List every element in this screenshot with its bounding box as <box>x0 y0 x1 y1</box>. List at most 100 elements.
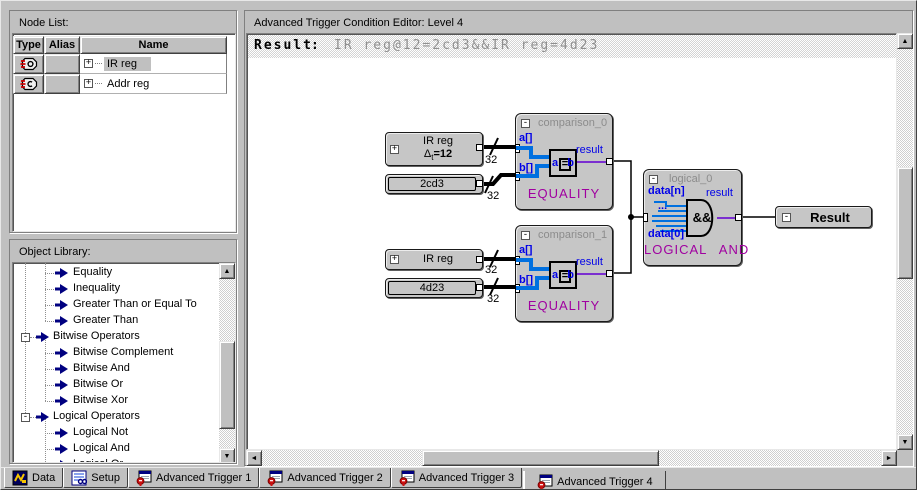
operator-arrow-icon <box>55 348 68 358</box>
tab-advanced-trigger-1[interactable]: Advanced Trigger 1 <box>128 468 259 488</box>
logical-0-block[interactable]: - logical_0 data[n] ... && result data[0… <box>643 169 742 266</box>
tree-item-bitwise-operators[interactable]: - Bitwise Operators <box>13 329 235 345</box>
editor-canvas[interactable]: Result : IR reg@12=2cd3&&IR reg=4d23 32 <box>246 33 897 450</box>
column-header-type[interactable]: Type <box>13 36 44 54</box>
scrollbar-thumb[interactable] <box>897 167 913 279</box>
scrollbar-thumb[interactable] <box>422 450 659 466</box>
result-wire-internal <box>577 273 609 275</box>
internal-blue-wires <box>516 254 550 298</box>
name-cell[interactable]: + Addr reg <box>80 74 227 94</box>
tree-item-greater-than[interactable]: Greater Than <box>13 313 235 329</box>
result-port-label: result <box>706 187 733 199</box>
node-name[interactable]: Addr reg <box>104 77 152 91</box>
equality-symbol: a = b <box>549 261 577 289</box>
output-connector[interactable] <box>476 180 483 187</box>
scroll-left-button[interactable]: ◄ <box>246 450 262 466</box>
scroll-down-button[interactable]: ▼ <box>219 448 235 463</box>
tree-item-logical-not[interactable]: Logical Not <box>13 425 235 441</box>
node-name-selected[interactable]: IR reg <box>104 57 151 71</box>
collapse-minus-box[interactable]: - <box>521 231 530 240</box>
operator-arrow-icon <box>36 412 49 422</box>
tree-dash <box>95 63 102 64</box>
value-text: 4d23 <box>388 281 476 295</box>
operator-arrow-icon <box>36 332 49 342</box>
operator-arrow-icon <box>55 284 68 294</box>
advanced-trigger-tab-icon <box>399 470 415 486</box>
tree-item-greater-equal[interactable]: Greater Than or Equal To <box>13 297 235 313</box>
scroll-up-button[interactable]: ▲ <box>897 33 913 49</box>
block-title: logical_0 <box>669 173 712 185</box>
column-header-name[interactable]: Name <box>80 36 227 54</box>
node-type-cell[interactable] <box>13 54 44 74</box>
name-cell[interactable]: + IR reg <box>80 54 227 74</box>
operator-arrow-icon <box>55 428 68 438</box>
internal-blue-wires <box>516 142 550 186</box>
tab-advanced-trigger-2[interactable]: Advanced Trigger 2 <box>259 468 390 488</box>
output-connector[interactable] <box>476 144 483 151</box>
comparison-1-block[interactable]: - comparison_1 a[] b[] a = b result EQUA… <box>515 225 613 322</box>
and-operator-label: && <box>691 210 713 225</box>
editor-vertical-scrollbar[interactable]: ▲ ▼ <box>897 33 913 450</box>
tree-item-equality[interactable]: Equality <box>13 265 235 281</box>
comparison-0-block[interactable]: - comparison_0 a[] b[] a = b result EQUA… <box>515 113 613 210</box>
scroll-right-button[interactable]: ► <box>881 450 897 466</box>
tab-advanced-trigger-4[interactable]: Advanced Trigger 4 <box>524 471 665 490</box>
result-output-block[interactable]: - Result <box>775 206 872 228</box>
collapse-minus-box[interactable]: - <box>21 413 30 422</box>
collapse-minus-box[interactable]: - <box>782 213 791 222</box>
output-connector[interactable] <box>476 256 483 263</box>
column-header-alias[interactable]: Alias <box>44 36 80 54</box>
tree-item-bitwise-or[interactable]: Bitwise Or <box>13 377 235 393</box>
node-block-ir-reg-delayed[interactable]: + IR reg Δt=12 <box>385 132 483 166</box>
tree-item-logical-or[interactable]: Logical Or <box>13 457 235 463</box>
equality-symbol: a = b <box>549 149 577 177</box>
ellipsis-label: ... <box>658 200 667 212</box>
data-tab-icon <box>12 470 28 486</box>
tab-advanced-trigger-3[interactable]: Advanced Trigger 3 <box>391 468 522 488</box>
value-block-4d23[interactable]: 4d23 <box>385 278 483 298</box>
result-node-label: Result <box>792 210 868 225</box>
tree-item-bitwise-xor[interactable]: Bitwise Xor <box>13 393 235 409</box>
result-connector[interactable] <box>606 158 613 165</box>
expand-plus-box[interactable]: + <box>84 79 93 88</box>
scroll-up-button[interactable]: ▲ <box>219 263 235 279</box>
tree-item-bitwise-complement[interactable]: Bitwise Complement <box>13 345 235 361</box>
tree-item-bitwise-and[interactable]: Bitwise And <box>13 361 235 377</box>
scroll-down-button[interactable]: ▼ <box>897 434 913 450</box>
bus-width-label: 32 <box>485 264 497 276</box>
editor-horizontal-scrollbar[interactable]: ◄ ► <box>246 450 897 466</box>
block-title: comparison_1 <box>538 229 607 241</box>
bottom-tab-bar: Data Setup Advanced Trigger 1 <box>1 467 917 490</box>
tree-item-logical-operators[interactable]: - Logical Operators <box>13 409 235 425</box>
alias-cell[interactable] <box>44 54 80 74</box>
collapse-minus-box[interactable]: - <box>649 175 658 184</box>
block-title: comparison_0 <box>538 117 607 129</box>
operator-arrow-icon <box>55 268 68 278</box>
operator-arrow-icon <box>55 444 68 454</box>
operator-arrow-icon <box>55 316 68 326</box>
collapse-minus-box[interactable]: - <box>21 333 30 342</box>
editor-title: Advanced Trigger Condition Editor: Level… <box>247 14 463 32</box>
object-library-scrollbar[interactable]: ▲ ▼ <box>219 263 235 463</box>
alias-cell[interactable] <box>44 74 80 94</box>
tab-setup[interactable]: Setup <box>63 468 128 488</box>
node-delay-label: Δt=12 <box>398 148 478 162</box>
tree-item-inequality[interactable]: Inequality <box>13 281 235 297</box>
node-list-title: Node List: <box>12 14 69 32</box>
object-library-tree: Equality Inequality Greater Than or Equa… <box>12 262 236 463</box>
collapse-minus-box[interactable]: - <box>521 119 530 128</box>
scrollbar-thumb[interactable] <box>219 341 235 429</box>
expand-plus-box[interactable]: + <box>84 59 93 68</box>
node-label: IR reg <box>398 135 478 147</box>
node-block-ir-reg[interactable]: + IR reg <box>385 249 483 270</box>
node-type-cell[interactable] <box>13 74 44 94</box>
value-block-2cd3[interactable]: 2cd3 <box>385 174 483 194</box>
wire-junction <box>628 214 634 220</box>
advanced-trigger-tab-icon <box>537 474 553 490</box>
tab-data[interactable]: Data <box>4 468 63 488</box>
output-connector[interactable] <box>476 284 483 291</box>
trigger-editor-panel: Advanced Trigger Condition Editor: Level… <box>244 10 913 466</box>
result-connector[interactable] <box>735 214 742 221</box>
result-connector[interactable] <box>606 270 613 277</box>
tree-item-logical-and[interactable]: Logical And <box>13 441 235 457</box>
